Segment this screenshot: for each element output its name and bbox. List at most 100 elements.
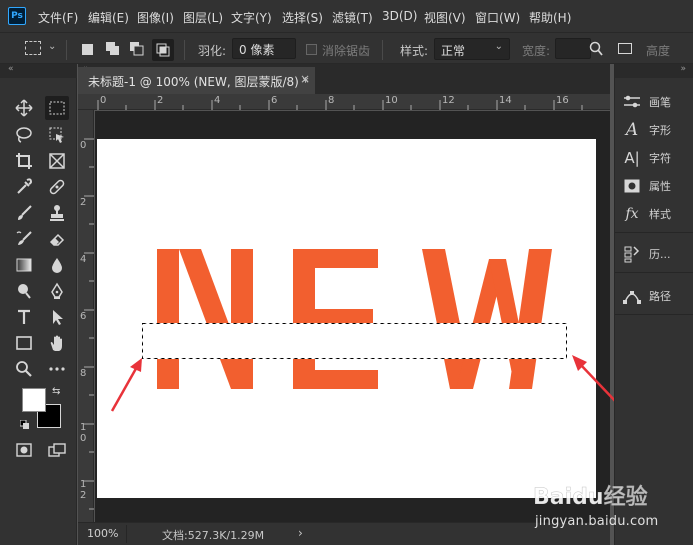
menu-edit[interactable]: 编辑(E) [88, 9, 129, 26]
marquee-preset-icon[interactable] [25, 41, 41, 55]
swap-width-height-icon[interactable] [589, 41, 603, 60]
quick-mask-icon[interactable] [13, 439, 35, 461]
blur-tool-icon[interactable] [46, 254, 68, 276]
divider [66, 40, 67, 60]
annotation-arrow-left [110, 358, 142, 412]
panel-paths[interactable]: 路径 [623, 284, 671, 308]
crop-tool-icon[interactable] [13, 150, 35, 172]
subtract-selection-icon[interactable] [130, 42, 144, 56]
foreground-color-swatch[interactable] [22, 388, 46, 412]
antialias-checkbox[interactable] [306, 44, 317, 55]
eyedropper-tool-icon[interactable] [13, 176, 35, 198]
select-mask-icon[interactable] [618, 43, 632, 54]
swap-colors-icon[interactable]: ⇆ [52, 386, 60, 397]
style-value: 正常 [441, 44, 466, 58]
ruler-label: 6 [271, 95, 278, 106]
baidu-watermark-url: jingyan.baidu.com [535, 514, 659, 529]
zoom-tool-icon[interactable] [13, 358, 35, 380]
canvas-artwork [97, 249, 596, 389]
more-tools-icon[interactable] [46, 358, 68, 380]
menu-3d[interactable]: 3D(D) [382, 9, 417, 23]
rectangular-marquee-tool-icon[interactable] [45, 96, 69, 120]
right-panel-collapse-bar[interactable]: » [615, 64, 693, 78]
rectangle-tool-icon[interactable] [13, 332, 35, 354]
menu-image[interactable]: 图像(I) [137, 9, 174, 26]
menu-file[interactable]: 文件(F) [38, 9, 78, 26]
divider [615, 232, 693, 233]
document-canvas[interactable] [97, 139, 596, 498]
feather-input[interactable]: 0 像素 [232, 38, 296, 59]
vertical-ruler: 0 2 4 6 8 1 0 1 2 [78, 110, 94, 522]
new-text-layer [157, 249, 552, 389]
panel-brush-settings[interactable]: 画笔 [623, 90, 671, 114]
panel-glyphs[interactable]: A 字形 [623, 118, 671, 142]
clone-stamp-tool-icon[interactable] [46, 202, 68, 224]
history-brush-tool-icon[interactable] [13, 228, 35, 250]
panel-label: 字符 [649, 152, 671, 165]
ruler-label: 2 [157, 95, 164, 106]
document-tab[interactable]: 未标题-1 @ 100% (NEW, 图层蒙版/8) * × [78, 67, 316, 94]
zoom-level[interactable]: 100% [87, 527, 118, 540]
frame-tool-icon[interactable] [46, 150, 68, 172]
intersect-selection-icon[interactable] [152, 39, 174, 61]
style-select[interactable]: 正常 ⌄ [434, 38, 510, 60]
menu-view[interactable]: 视图(V) [424, 9, 466, 26]
menu-select[interactable]: 选择(S) [282, 9, 323, 26]
paths-icon [623, 287, 641, 305]
menu-bar: Ps 文件(F) 编辑(E) 图像(I) 图层(L) 文字(Y) 选择(S) 滤… [0, 0, 693, 32]
width-label: 宽度: [522, 44, 551, 58]
antialias-label: 消除锯齿 [322, 44, 371, 58]
add-selection-icon[interactable] [106, 42, 120, 56]
menu-window[interactable]: 窗口(W) [475, 9, 520, 26]
panel-character[interactable]: A| 字符 [623, 146, 671, 170]
object-selection-tool-icon[interactable] [46, 124, 68, 146]
panel-history[interactable]: 历... [623, 242, 671, 266]
ruler-label: 10 [385, 95, 398, 106]
style-label: 样式: [400, 44, 429, 58]
type-tool-icon[interactable] [13, 306, 35, 328]
document-info: 文档:527.3K/1.29M [162, 529, 265, 542]
ruler-label: 4 [214, 95, 221, 106]
status-menu-chevron-icon[interactable]: › [298, 526, 303, 540]
eraser-tool-icon[interactable] [46, 228, 68, 250]
panel-label: 属性 [649, 180, 671, 193]
lasso-tool-icon[interactable] [13, 124, 35, 146]
new-selection-icon[interactable] [82, 44, 93, 55]
panel-properties[interactable]: 属性 [623, 174, 671, 198]
pen-tool-icon[interactable] [46, 280, 68, 302]
menu-help[interactable]: 帮助(H) [529, 9, 571, 26]
chevron-down-icon[interactable]: ⌄ [48, 41, 56, 52]
expand-icon: » [680, 64, 686, 74]
ruler-label: 6 [80, 311, 87, 322]
divider [126, 525, 127, 543]
panel-label: 路径 [649, 290, 671, 303]
menu-type[interactable]: 文字(Y) [231, 9, 272, 26]
divider [184, 40, 185, 60]
mask-strip [97, 323, 596, 359]
path-selection-tool-icon[interactable] [46, 306, 68, 328]
toolbar-collapse-bar[interactable]: « [0, 64, 77, 78]
panel-styles[interactable]: fx 样式 [623, 202, 671, 226]
menu-layer[interactable]: 图层(L) [183, 9, 223, 26]
status-bar: 100% 文档:527.3K/1.29M › [78, 522, 610, 545]
toolbar: « ⇆ [0, 64, 77, 545]
brush-tool-icon[interactable] [13, 202, 35, 224]
spot-healing-brush-icon[interactable] [46, 176, 68, 198]
hand-tool-icon[interactable] [46, 332, 68, 354]
styles-icon: fx [625, 206, 639, 222]
ruler-label: 0 [80, 140, 87, 151]
width-input[interactable] [555, 38, 591, 59]
right-panel-dock: » 画笔 A 字形 A| 字符 属性 fx 样式 历... 路径 [614, 64, 693, 545]
glyphs-icon: A [625, 120, 639, 140]
gradient-tool-icon[interactable] [13, 254, 35, 276]
menu-filter[interactable]: 滤镜(T) [332, 9, 373, 26]
move-tool-icon[interactable] [13, 97, 35, 119]
chevron-down-icon: ⌄ [494, 41, 503, 52]
close-tab-icon[interactable]: × [300, 72, 310, 86]
dodge-tool-icon[interactable] [13, 280, 35, 302]
default-colors-icon[interactable] [19, 419, 29, 429]
height-label: 高度 [646, 44, 671, 58]
ruler-label: 1 0 [80, 422, 87, 444]
panel-label: 历... [649, 248, 671, 261]
screen-mode-icon[interactable] [46, 439, 68, 461]
